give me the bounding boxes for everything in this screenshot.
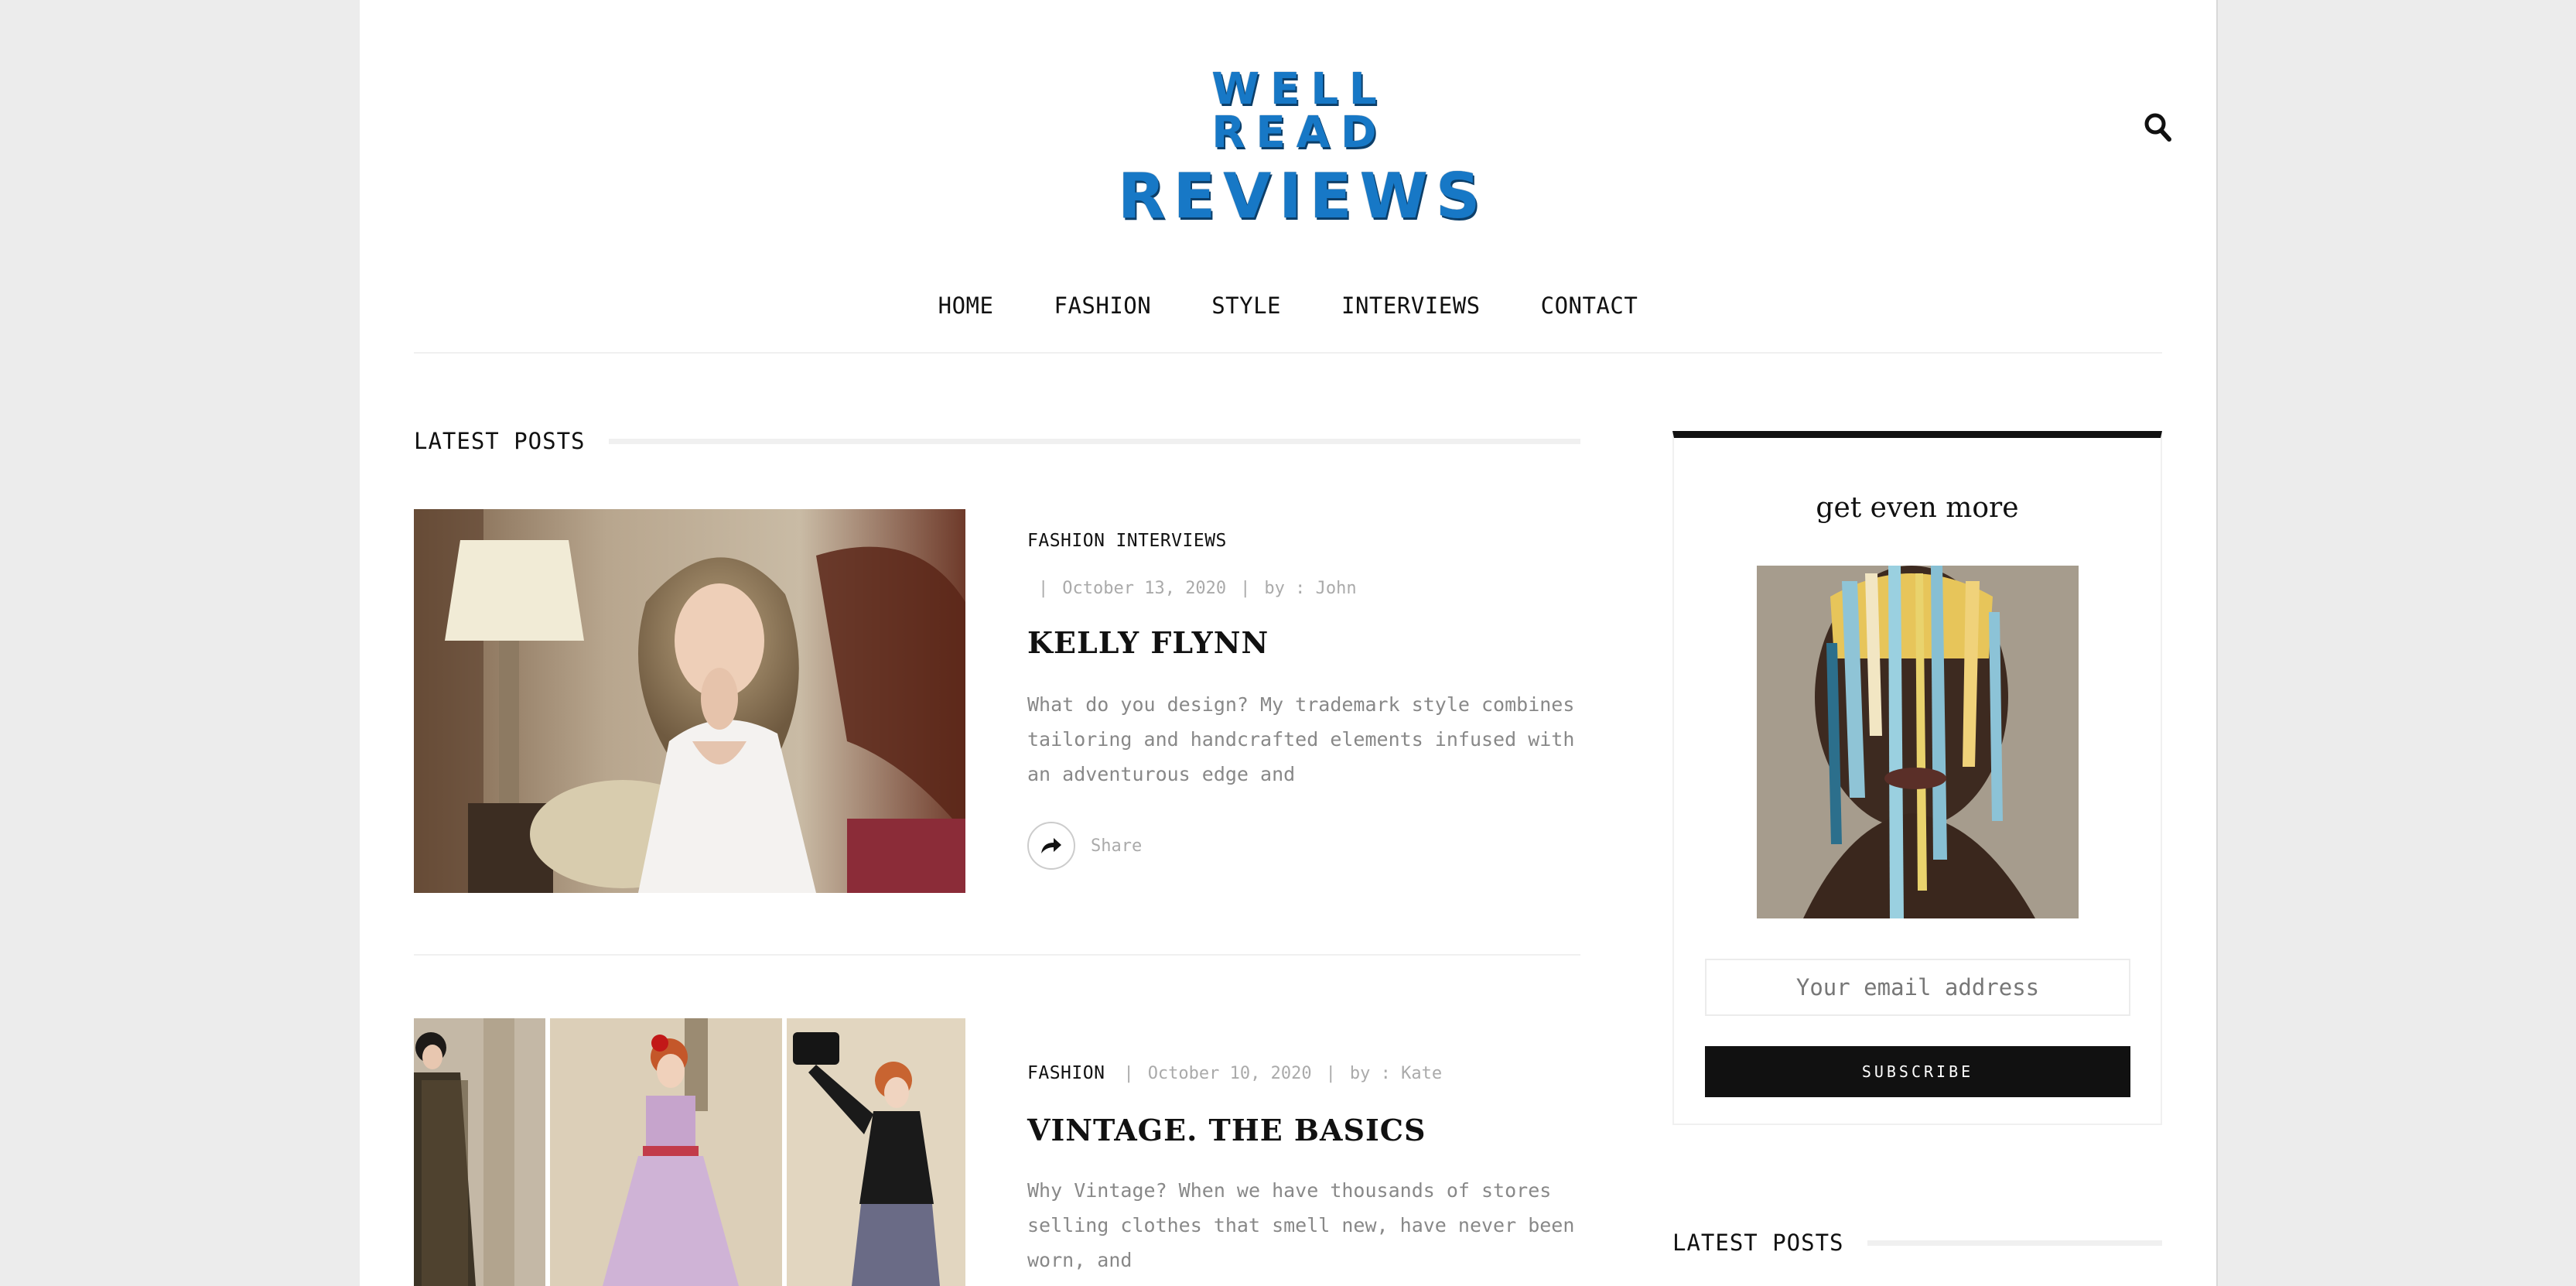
post-card: FASHION | October 10, 2020 | by : Kate VINT… [414, 1018, 1580, 1286]
share-control: Share [1027, 822, 1142, 870]
nav-item-interviews[interactable]: INTERVIEWS [1311, 292, 1511, 319]
post-meta-row: FASHION | October 10, 2020 | by : Kate [1027, 1063, 1443, 1083]
post-date: October 10, 2020 [1147, 1064, 1312, 1083]
post-author[interactable]: by : Kate [1350, 1064, 1442, 1083]
category-link[interactable]: FASHION [1027, 1063, 1105, 1083]
category-link[interactable]: FASHION [1027, 531, 1105, 551]
sidebar-latest-posts-heading: LATEST POSTS [1672, 1230, 2162, 1256]
post-thumbnail[interactable] [414, 509, 965, 893]
nav-item-home[interactable]: HOME [908, 292, 1024, 319]
category-link[interactable]: INTERVIEWS [1115, 531, 1226, 551]
nav-item-contact[interactable]: CONTACT [1511, 292, 1669, 319]
page: WELL READ REVIEWS HOME FASHION STYLE INT… [360, 0, 2216, 1286]
post-card: FASHION INTERVIEWS | October 13, 2020 | by :… [414, 509, 1580, 896]
heading-rule [1867, 1240, 2162, 1246]
logo-line-2: REVIEWS [1118, 160, 1488, 232]
post-title[interactable]: VINTAGE. THE BASICS [1027, 1113, 1426, 1147]
post-title[interactable]: KELLY FLYNN [1027, 625, 1269, 660]
main-nav: HOME FASHION STYLE INTERVIEWS CONTACT [360, 292, 2216, 319]
heading-rule [608, 438, 1580, 444]
newsletter-widget: get even more SUBSCRIBE [1672, 431, 2162, 1125]
section-title: LATEST POSTS [414, 428, 586, 454]
widget-title: get even more [1816, 492, 2019, 524]
post-divider [414, 954, 1580, 956]
sidebar-section-title: LATEST POSTS [1672, 1230, 1844, 1256]
nav-item-style[interactable]: STYLE [1181, 292, 1311, 319]
widget-image [1757, 566, 2079, 918]
subscribe-button[interactable]: SUBSCRIBE [1705, 1046, 2130, 1097]
post-date: October 13, 2020 [1062, 579, 1227, 598]
share-arrow-icon [1041, 838, 1061, 853]
search-icon[interactable] [2143, 110, 2174, 144]
site-logo[interactable]: WELL READ REVIEWS [1118, 64, 1481, 227]
post-thumbnail[interactable] [414, 1018, 965, 1286]
post-author[interactable]: by : John [1264, 579, 1356, 598]
post-categories: FASHION INTERVIEWS [1027, 531, 1238, 551]
post-excerpt: What do you design? My trademark style c… [1027, 693, 1575, 785]
share-label[interactable]: Share [1091, 836, 1142, 856]
email-field[interactable] [1705, 959, 2130, 1016]
nav-item-fashion[interactable]: FASHION [1023, 292, 1181, 319]
nav-divider [414, 352, 2162, 354]
share-button[interactable] [1027, 822, 1075, 870]
post-meta: | October 13, 2020 | by : John [1038, 579, 1357, 598]
latest-posts-heading: LATEST POSTS [414, 428, 1580, 454]
logo-line-1: WELL READ [1211, 64, 1388, 158]
post-excerpt: Why Vintage? When we have thousands of s… [1027, 1179, 1575, 1271]
